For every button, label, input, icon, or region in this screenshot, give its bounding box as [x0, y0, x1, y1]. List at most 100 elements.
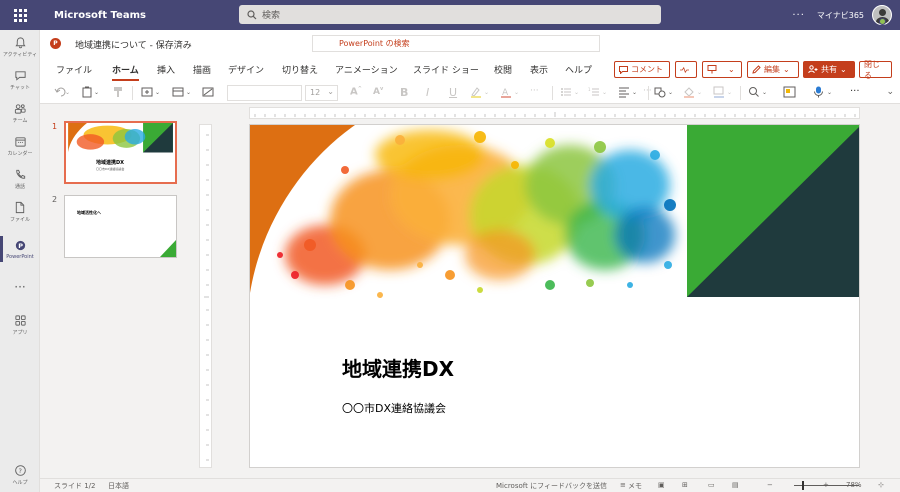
rail-item-activity[interactable]: アクティビティ	[0, 30, 40, 64]
tab-animations[interactable]: アニメーション	[335, 63, 398, 76]
rail-item-help[interactable]: ? ヘルプ	[0, 458, 40, 492]
undo-icon[interactable]: ⌄	[54, 86, 72, 98]
present-icon	[707, 65, 717, 74]
grow-font-icon[interactable]: A^	[350, 86, 362, 97]
tab-design[interactable]: デザイン	[228, 63, 264, 76]
more-commands-icon[interactable]: ···	[850, 86, 860, 97]
font-name-input[interactable]	[227, 85, 302, 101]
tab-insert[interactable]: 挿入	[157, 63, 175, 76]
rail-item-apps[interactable]: アプリ	[0, 308, 40, 342]
shrink-font-icon[interactable]: Av	[373, 86, 383, 97]
comment-icon	[619, 65, 628, 74]
zoom-in-button[interactable]: +	[823, 481, 829, 489]
rail-item-files[interactable]: ファイル	[0, 195, 40, 229]
svg-text:⌄: ⌄	[574, 89, 579, 96]
edit-button[interactable]: 編集 ⌄	[747, 61, 799, 78]
fit-to-window-icon[interactable]: ⊹	[878, 481, 884, 489]
tab-home[interactable]: ホーム	[112, 63, 139, 81]
reading-view-icon[interactable]: ▭	[708, 481, 715, 489]
svg-text:⌄: ⌄	[697, 89, 702, 96]
more-apps-icon[interactable]: ···	[0, 280, 40, 294]
thumbnail-2-artwork	[160, 240, 176, 257]
underline-icon[interactable]: U	[449, 86, 457, 99]
rail-item-teams[interactable]: チーム	[0, 96, 40, 130]
app-launcher-icon[interactable]	[0, 0, 40, 30]
close-button[interactable]: 閉じる	[859, 60, 892, 80]
more-font-options-icon[interactable]: ···	[530, 86, 539, 96]
teams-top-bar: Microsoft Teams 検索 ··· マイナビ365	[0, 0, 900, 30]
chevron-down-icon: ⌄	[783, 65, 790, 74]
tab-transitions[interactable]: 切り替え	[282, 63, 318, 76]
slide-artwork	[250, 125, 859, 298]
normal-view-icon[interactable]: ▣	[658, 481, 665, 489]
slideshow-view-icon[interactable]: ▤	[732, 481, 739, 489]
present-button[interactable]: ⌄	[702, 61, 742, 78]
tab-draw[interactable]: 描画	[193, 63, 211, 76]
svg-text:⌄: ⌄	[762, 89, 767, 96]
zoom-out-button[interactable]: −	[767, 481, 773, 489]
designer-icon[interactable]	[783, 86, 796, 98]
help-icon: ?	[14, 465, 26, 476]
slide-sorter-icon[interactable]: ⊞	[682, 481, 688, 489]
slide-thumbnail-2[interactable]: 地域活性化へ	[64, 195, 177, 258]
svg-text:⌄: ⌄	[668, 89, 673, 96]
thumbnail-number: 2	[52, 195, 58, 204]
share-button[interactable]: 共有 ⌄	[803, 61, 855, 78]
italic-icon[interactable]: I	[426, 86, 429, 99]
shape-fill-icon[interactable]: ⌄	[683, 86, 705, 98]
collapse-ribbon-icon[interactable]: ⌄	[886, 87, 894, 97]
shapes-icon[interactable]: ⌄	[654, 86, 676, 98]
reset-slide-icon[interactable]	[202, 86, 214, 98]
layout-icon[interactable]: ⌄	[172, 86, 194, 98]
comment-button[interactable]: コメント	[614, 61, 670, 78]
bullets-icon[interactable]: ⌄	[560, 86, 582, 98]
dictate-icon[interactable]: ⌄	[813, 86, 835, 98]
thumbnail-2-title: 地域活性化へ	[77, 210, 101, 215]
slide-subtitle[interactable]: 〇〇市DX連絡協議会	[342, 400, 446, 416]
notes-button[interactable]: メモ	[628, 481, 642, 491]
feedback-link[interactable]: Microsoft にフィードバックを送信	[496, 481, 607, 491]
tenant-name: マイナビ365	[816, 10, 864, 20]
rail-item-calendar[interactable]: カレンダー	[0, 129, 40, 163]
search-input[interactable]: 検索	[239, 5, 661, 24]
svg-text:⌄: ⌄	[155, 89, 160, 96]
svg-text:P: P	[18, 241, 23, 249]
powerpoint-icon: P	[15, 240, 25, 250]
font-size-input[interactable]: 12	[305, 85, 338, 101]
notes-icon[interactable]: ≡	[620, 481, 626, 489]
bold-icon[interactable]: B	[400, 86, 408, 99]
zoom-slider-thumb[interactable]	[802, 481, 804, 490]
ribbon-tabs: ファイル ホーム 挿入 描画 デザイン 切り替え アニメーション スライド ショ…	[40, 56, 900, 82]
new-slide-icon[interactable]: ⌄	[141, 86, 163, 98]
tab-review[interactable]: 校閲	[494, 63, 512, 76]
home-ribbon: ⌄ ⌄ ⌄ ⌄ 12 A^ Av B I U ⌄ A⌄ ··· ⌄ 1⌄ ⌄ ·…	[40, 82, 900, 104]
shape-outline-icon[interactable]: ⌄	[713, 86, 735, 98]
more-options-icon[interactable]: ···	[792, 10, 805, 21]
numbering-icon[interactable]: 1 ⌄	[588, 86, 610, 98]
slide-title[interactable]: 地域連携DX	[342, 353, 454, 382]
paste-icon[interactable]: ⌄	[82, 86, 102, 98]
slide-thumbnail-1[interactable]: 地域連携DX 〇〇市DX連絡協議会	[64, 121, 177, 184]
svg-text:⌄: ⌄	[94, 89, 99, 96]
tab-view[interactable]: 表示	[530, 63, 548, 76]
find-icon[interactable]: ⌄	[748, 86, 770, 98]
align-icon[interactable]: ⌄	[618, 86, 640, 98]
catch-up-button[interactable]	[675, 61, 697, 78]
rail-item-calls[interactable]: 通話	[0, 162, 40, 196]
phone-icon	[15, 169, 25, 179]
rail-item-chat[interactable]: チャット	[0, 63, 40, 97]
tab-slideshow[interactable]: スライド ショー	[413, 63, 479, 76]
rail-label: 通話	[14, 184, 25, 190]
highlight-icon[interactable]: ⌄	[470, 86, 492, 98]
tab-file[interactable]: ファイル	[56, 63, 92, 76]
zoom-level[interactable]: 78%	[846, 481, 862, 489]
rail-item-powerpoint[interactable]: P PowerPoint	[0, 232, 40, 266]
slide-canvas[interactable]: 地域連携DX 〇〇市DX連絡協議会	[249, 124, 860, 468]
powerpoint-search-input[interactable]: PowerPoint の検索	[312, 35, 600, 52]
horizontal-ruler	[249, 107, 860, 119]
tab-help[interactable]: ヘルプ	[565, 63, 592, 76]
font-color-icon[interactable]: A ⌄	[500, 86, 522, 98]
document-title[interactable]: 地域連携について - 保存済み	[75, 38, 192, 51]
format-painter-icon[interactable]	[112, 86, 124, 98]
language-indicator[interactable]: 日本語	[108, 481, 129, 491]
